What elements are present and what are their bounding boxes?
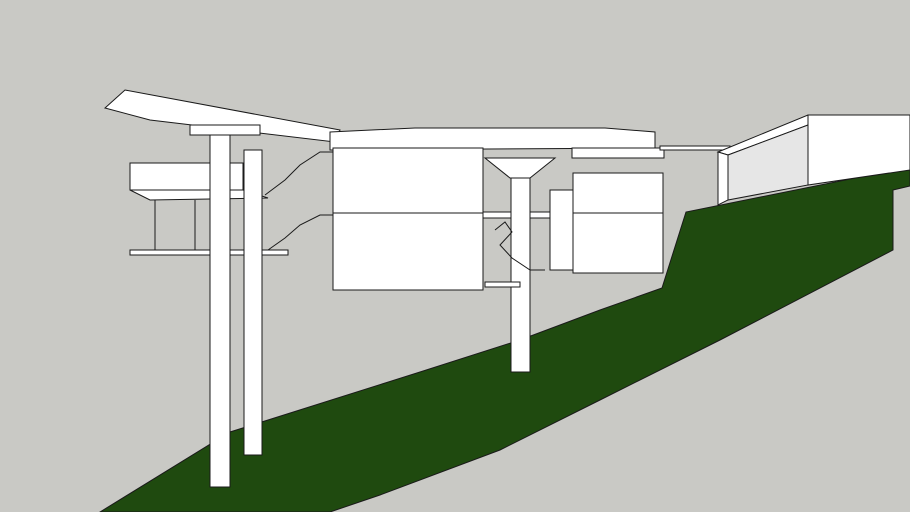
lower-deck-slab bbox=[129, 249, 289, 256]
right-box bbox=[572, 172, 664, 274]
lower-landing bbox=[484, 281, 521, 288]
column-center bbox=[510, 177, 531, 373]
column-left bbox=[209, 134, 231, 488]
3d-model-viewport[interactable] bbox=[0, 0, 910, 512]
garage-front bbox=[717, 151, 729, 206]
central-box bbox=[332, 147, 484, 291]
walkway-to-garage bbox=[659, 145, 731, 151]
roof-beam bbox=[189, 124, 261, 136]
right-roof bbox=[571, 147, 665, 159]
column-second bbox=[243, 149, 263, 456]
right-box-side bbox=[549, 189, 574, 271]
roof-main bbox=[329, 127, 656, 151]
